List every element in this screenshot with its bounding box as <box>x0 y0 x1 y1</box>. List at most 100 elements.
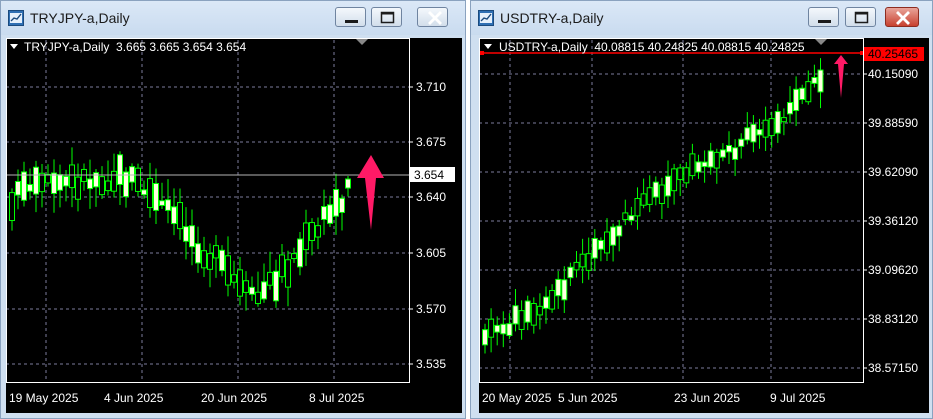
candle-body <box>15 180 21 196</box>
price-label: 3.640 <box>416 190 446 204</box>
candle-body <box>333 188 339 217</box>
candle-body <box>321 206 327 220</box>
time-axis: 20 May 2025 5 Jun 2025 23 Jun 2025 9 Jul… <box>482 391 826 405</box>
candle-series <box>9 147 351 311</box>
candle-body <box>719 149 726 158</box>
candle-body <box>530 302 537 326</box>
price-label: 39.62090 <box>868 165 918 179</box>
price-label: 3.535 <box>416 357 446 371</box>
grid-lines <box>6 40 409 382</box>
current-price-tag: 3.654 <box>410 167 455 182</box>
chart-area[interactable]: TRYJPY-a,Daily 3.665 3.665 3.654 3.654 3… <box>6 38 462 413</box>
candle-body <box>610 226 617 246</box>
candle-body <box>701 161 708 168</box>
candle-body <box>683 167 690 184</box>
candle-body <box>695 161 702 173</box>
candle-body <box>811 77 818 84</box>
candle-body <box>616 225 623 237</box>
candle-body <box>750 123 757 143</box>
triangle-down-icon[interactable] <box>10 44 18 49</box>
candle-body <box>213 245 219 259</box>
candle-body <box>488 318 495 338</box>
candle-body <box>652 181 659 198</box>
maximize-button[interactable] <box>371 7 402 27</box>
candle-body <box>243 280 249 293</box>
candle-body <box>591 237 598 259</box>
candle-body <box>793 88 800 112</box>
candle-body <box>279 254 285 278</box>
minimize-icon <box>345 20 358 23</box>
candle-body <box>129 166 135 183</box>
candle-body <box>543 296 549 309</box>
candle-body <box>255 291 261 305</box>
candle-body <box>768 118 775 137</box>
window-titlebar[interactable]: USDTRY-a,Daily <box>471 1 932 35</box>
candle-body <box>111 170 117 192</box>
candle-body <box>787 102 793 115</box>
minimize-button[interactable] <box>335 7 366 27</box>
candle-body <box>579 253 586 268</box>
price-axis: 3.710 3.675 3.640 3.605 3.570 3.535 <box>409 80 446 371</box>
candle-body <box>231 274 237 283</box>
candle-body <box>756 129 763 136</box>
chart-area[interactable]: USDTRY-a,Daily 40.08815 40.24825 40.0881… <box>479 38 929 413</box>
close-button[interactable] <box>417 7 448 27</box>
date-label: 9 Jul 2025 <box>770 391 826 405</box>
candle-body <box>9 192 15 222</box>
candle-body <box>219 249 225 272</box>
candle-body <box>285 259 291 288</box>
candle-body <box>482 329 488 346</box>
candle-body <box>622 212 629 221</box>
candle-body <box>315 225 321 238</box>
maximize-button[interactable] <box>845 7 876 27</box>
candle-body <box>45 173 51 184</box>
candle-body <box>237 269 243 297</box>
window-titlebar[interactable]: TRYJPY-a,Daily <box>1 1 465 35</box>
candle-body <box>726 145 732 153</box>
chart-window-tryjpy[interactable]: TRYJPY-a,Daily TRYJPY-a,Daily 3.665 3.66… <box>0 0 466 419</box>
candle-body <box>75 176 81 200</box>
price-label: 3.605 <box>416 246 446 260</box>
price-label: 40.15090 <box>868 67 918 81</box>
candle-body <box>183 226 189 242</box>
candle-body <box>665 175 671 197</box>
candle-body <box>628 215 635 221</box>
price-label: 3.675 <box>416 135 446 149</box>
candle-body <box>297 238 303 268</box>
chart-window-usdtry[interactable]: USDTRY-a,Daily USDTRY-a,Daily 40.08815 4… <box>470 0 933 419</box>
candle-body <box>309 222 315 241</box>
chart-window-icon <box>8 10 24 26</box>
candle-body <box>762 119 769 138</box>
candle-body <box>87 178 93 190</box>
close-button[interactable] <box>885 7 919 27</box>
candle-body <box>51 172 57 194</box>
candle-body <box>567 266 574 279</box>
candle-body <box>555 278 562 297</box>
candle-body <box>817 69 824 93</box>
candle-body <box>744 127 751 141</box>
price-axis: 40.15090 39.88590 39.62090 39.36120 39.0… <box>863 67 918 375</box>
candle-body <box>573 261 580 271</box>
candle-body <box>524 300 531 323</box>
candle-body <box>147 178 153 209</box>
minimize-button[interactable] <box>808 7 839 27</box>
candle-body <box>658 184 665 204</box>
date-label: 19 May 2025 <box>9 391 79 405</box>
candle-body <box>153 183 159 211</box>
candle-body <box>207 253 213 270</box>
candle-body <box>677 167 684 181</box>
candle-body <box>261 281 267 300</box>
price-line-handle[interactable] <box>480 51 484 55</box>
candle-body <box>689 153 696 177</box>
up-arrow-icon <box>357 155 384 230</box>
candle-body <box>303 222 309 251</box>
candle-body <box>33 166 39 195</box>
candle-body <box>57 174 63 191</box>
triangle-down-icon[interactable] <box>484 44 492 49</box>
date-label: 20 Jun 2025 <box>201 391 267 405</box>
date-label: 23 Jun 2025 <box>674 391 740 405</box>
candle-body <box>549 290 556 310</box>
close-icon <box>896 11 910 25</box>
price-label: 3.710 <box>416 80 446 94</box>
candle-body <box>561 279 568 301</box>
